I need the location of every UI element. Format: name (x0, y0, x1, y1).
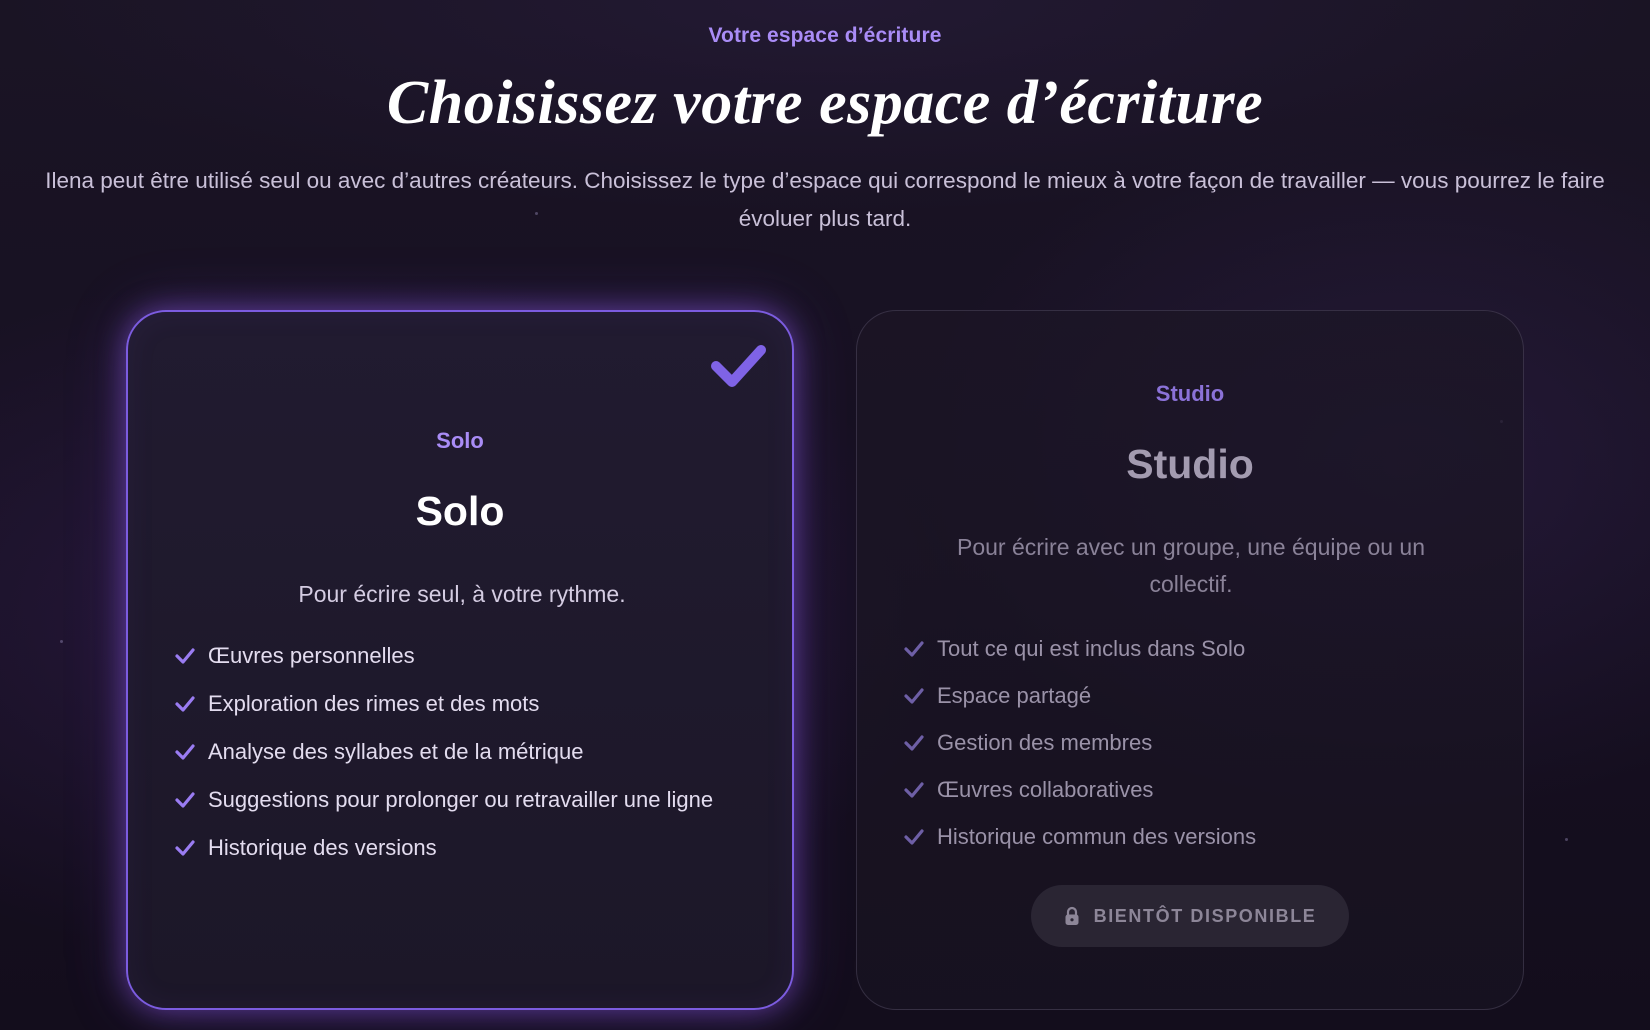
feature-label: Tout ce qui est inclus dans Solo (937, 636, 1246, 661)
feature-item: Analyse des syllabes et de la métrique (174, 734, 734, 770)
plan-name: Studio (1126, 441, 1254, 487)
plan-card-solo[interactable]: Solo Solo Pour écrire seul, à votre ryth… (126, 310, 794, 1010)
plan-tag: Solo (436, 428, 484, 453)
check-icon (175, 648, 195, 664)
coming-soon-button[interactable]: BIENTÔT DISPONIBLE (1031, 885, 1349, 947)
check-icon (904, 735, 924, 751)
background-star (1565, 838, 1568, 841)
plan-description: Pour écrire avec un groupe, une équipe o… (957, 534, 1425, 597)
lock-icon (1065, 906, 1079, 925)
feature-label: Suggestions pour prolonger ou retravaill… (208, 787, 714, 812)
feature-item: Suggestions pour prolonger ou retravaill… (174, 782, 734, 818)
feature-label: Œuvres collaboratives (937, 777, 1154, 802)
coming-soon-label: BIENTÔT DISPONIBLE (1093, 905, 1317, 926)
feature-label: Espace partagé (937, 683, 1092, 708)
check-icon (904, 782, 924, 798)
feature-item: Exploration des rimes et des mots (174, 686, 734, 722)
plan-name: Solo (415, 488, 505, 534)
background-star (60, 640, 63, 643)
plan-card-studio[interactable]: Studio Studio Pour écrire avec un groupe… (856, 310, 1524, 1010)
feature-label: Exploration des rimes et des mots (208, 691, 540, 716)
feature-list: Œuvres personnelles Exploration des rime… (174, 638, 734, 866)
check-icon (175, 696, 195, 712)
feature-label: Historique commun des versions (937, 824, 1257, 849)
check-icon (904, 829, 924, 845)
check-icon (904, 641, 924, 657)
plan-description: Pour écrire seul, à votre rythme. (298, 581, 626, 607)
feature-label: Analyse des syllabes et de la métrique (208, 739, 584, 764)
feature-list: Tout ce qui est inclus dans Solo Espace … (903, 631, 1463, 855)
check-icon (904, 688, 924, 704)
feature-label: Historique des versions (208, 835, 437, 860)
feature-item: Tout ce qui est inclus dans Solo (903, 631, 1463, 667)
check-icon (175, 792, 195, 808)
feature-item: Gestion des membres (903, 725, 1463, 761)
feature-item: Historique des versions (174, 830, 734, 866)
page-title: Choisissez votre espace d’écriture (386, 69, 1264, 137)
feature-label: Gestion des membres (937, 730, 1153, 755)
checkmark-icon (711, 345, 766, 387)
feature-item: Œuvres collaboratives (903, 772, 1463, 808)
check-icon (175, 840, 195, 856)
check-icon (175, 744, 195, 760)
feature-item: Historique commun des versions (903, 819, 1463, 855)
page-subtitle: Ilena peut être utilisé seul ou avec d’a… (45, 168, 1605, 231)
feature-item: Œuvres personnelles (174, 638, 734, 674)
plan-tag: Studio (1155, 381, 1225, 406)
feature-item: Espace partagé (903, 678, 1463, 714)
feature-label: Œuvres personnelles (208, 643, 415, 668)
section-eyebrow: Votre espace d’écriture (708, 24, 942, 47)
